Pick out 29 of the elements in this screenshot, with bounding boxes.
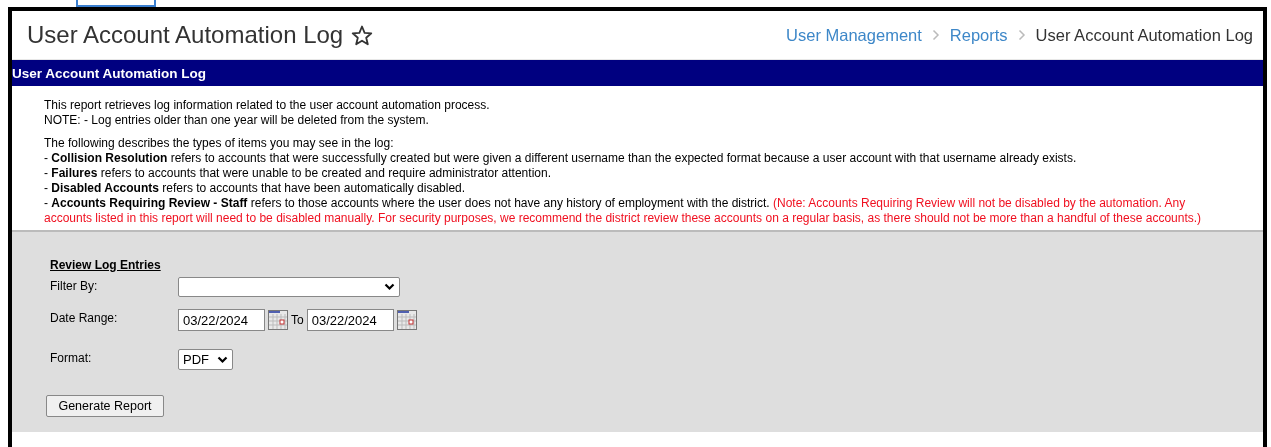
date-field[interactable]: 03/22/2024 — [178, 309, 265, 331]
form-heading: Review Log Entries — [50, 258, 161, 272]
breadcrumb-link[interactable]: Reports — [949, 25, 1008, 45]
legend-item: - Collision Resolution refers to accounts that were successfully created but were given a different username than the expected format because a user account with that username already exists. — [44, 151, 1078, 166]
calendar-icon[interactable] — [396, 310, 417, 330]
calendar-icon[interactable] — [268, 310, 288, 330]
field-label: Format: — [50, 350, 93, 365]
filter-dropdown[interactable] — [178, 277, 400, 297]
page-title: User Account Automation Log — [27, 21, 344, 49]
legend-item: - Accounts Requiring Review - Staff refers to those accounts where the user does not have any history of employment with the district. (Note: Accounts Requiring Review will not be disabled by the automation. Any accounts listed in this report will need to be disabled manually. For security purposes, we recommend the district review these accounts on a regular basis, as there should not be more than a handful of these accounts.) — [44, 196, 1203, 226]
chevron-down-icon — [384, 283, 395, 291]
section-title-bar: User Account Automation Log — [12, 60, 1263, 86]
star-icon[interactable] — [351, 24, 374, 46]
chevron-right-icon — [931, 29, 940, 41]
chevron-right-icon — [1017, 29, 1026, 41]
chevron-down-icon — [217, 355, 228, 364]
intro-text: NOTE: - Log entries older than one year will be deleted from the system. — [44, 113, 430, 128]
intro-text: This report retrieves log information related to the user account automation process. — [44, 98, 491, 113]
legend-heading: The following describes the types of items you may see in the log: — [44, 136, 395, 151]
field-label: Filter By: — [50, 278, 99, 293]
date-field[interactable]: 03/22/2024 — [306, 309, 394, 331]
field-label: Date Range: — [50, 310, 119, 325]
breadcrumb-link[interactable]: User Management — [786, 25, 922, 45]
legend-item: - Failures refers to accounts that were unable to be created and require administrator attention. — [44, 166, 552, 181]
generate-report-button[interactable]: Generate Report — [46, 395, 164, 417]
range-separator: To — [291, 313, 304, 327]
legend-item: - Disabled Accounts refers to accounts that have been automatically disabled. — [44, 181, 467, 196]
breadcrumb-current: User Account Automation Log — [1035, 25, 1253, 45]
format-dropdown[interactable]: PDF — [178, 349, 233, 370]
